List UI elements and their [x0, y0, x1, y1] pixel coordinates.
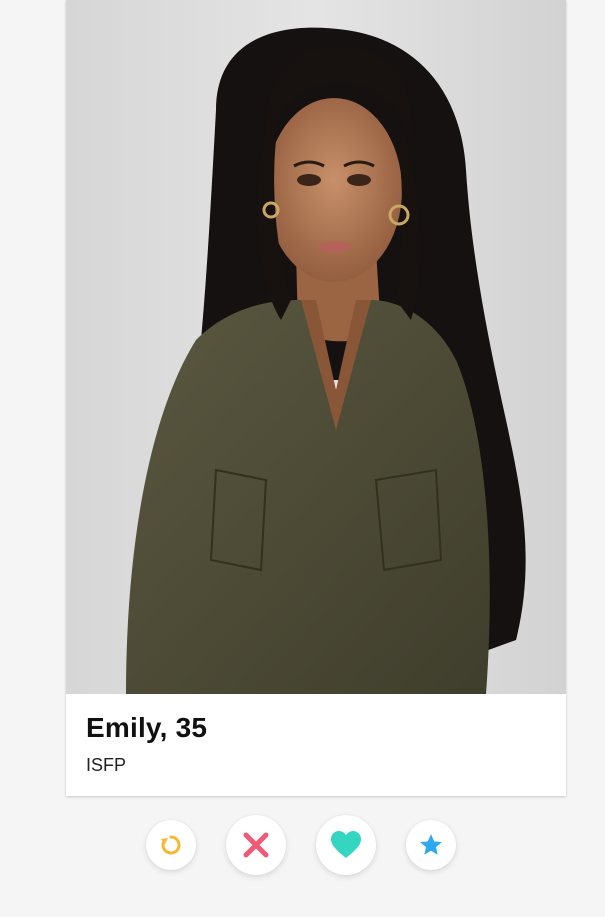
profile-personality-type: ISFP [86, 755, 127, 775]
profile-info: Emily, 35 ISFP [66, 694, 566, 796]
rewind-icon [159, 833, 183, 857]
profile-card[interactable]: Emily, 35 ISFP [66, 0, 566, 796]
star-icon [418, 832, 444, 858]
super-like-button[interactable] [406, 820, 456, 870]
heart-icon [330, 830, 362, 860]
portrait-illustration [66, 0, 566, 694]
action-bar [0, 813, 605, 877]
rewind-button[interactable] [146, 820, 196, 870]
profile-photo[interactable] [66, 0, 566, 694]
profile-name-age: Emily, 35 [86, 712, 208, 743]
close-icon [241, 830, 271, 860]
like-button[interactable] [316, 815, 376, 875]
dislike-button[interactable] [226, 815, 286, 875]
app-root: Emily, 35 ISFP [0, 0, 605, 917]
